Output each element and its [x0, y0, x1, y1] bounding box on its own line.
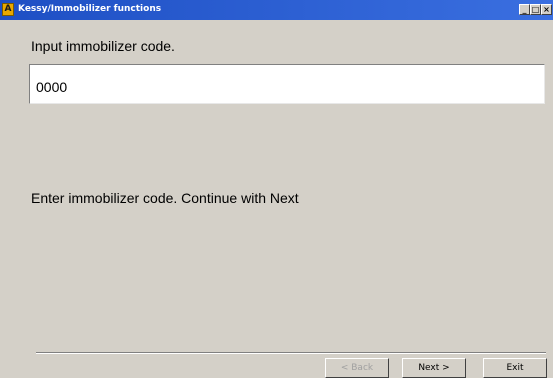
app-icon: A — [2, 3, 14, 16]
next-button[interactable]: Next > — [402, 358, 466, 378]
immobilizer-dialog: A Kessy/Immobilizer functions _ □ × Inpu… — [0, 0, 553, 378]
instruction-text: Enter immobilizer code. Continue with Ne… — [31, 190, 299, 206]
window-title: Kessy/Immobilizer functions — [18, 4, 162, 14]
minimize-icon[interactable]: _ — [519, 4, 530, 15]
back-button[interactable]: < Back — [325, 358, 389, 378]
maximize-icon[interactable]: □ — [530, 4, 541, 15]
exit-button[interactable]: Exit — [483, 358, 547, 378]
immobilizer-code-input[interactable] — [29, 64, 545, 104]
close-icon[interactable]: × — [541, 4, 552, 15]
title-bar[interactable]: A Kessy/Immobilizer functions _ □ × — [0, 0, 553, 20]
footer-separator — [36, 352, 546, 354]
prompt-label: Input immobilizer code. — [31, 38, 175, 54]
